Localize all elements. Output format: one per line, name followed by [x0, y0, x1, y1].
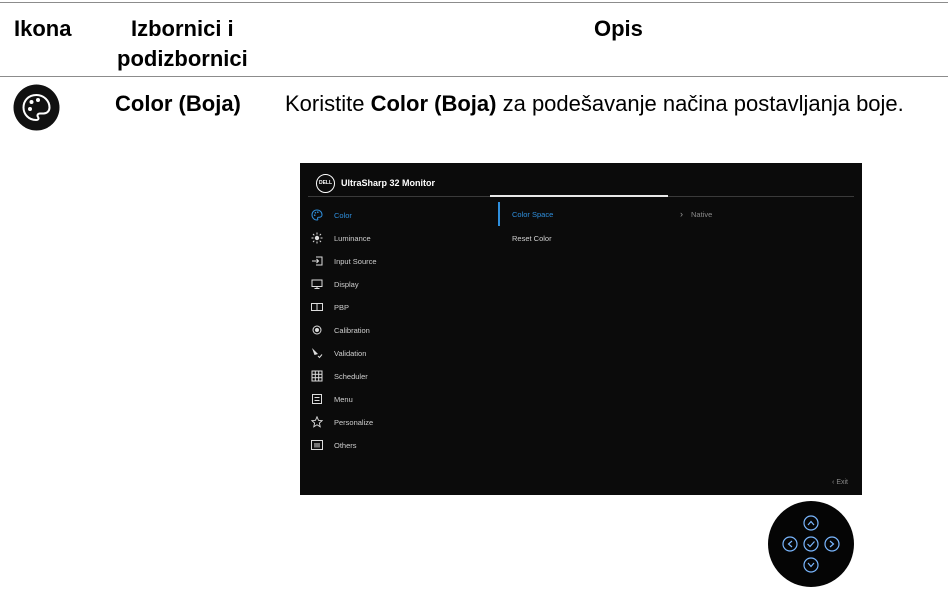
joystick-icon — [782, 515, 840, 573]
osd-menu-item-color[interactable]: Color — [310, 205, 352, 225]
osd-menu-label: Calibration — [334, 325, 370, 335]
header-menus-line2: podizbornici — [117, 46, 248, 71]
osd-exit-label: Exit — [836, 479, 848, 486]
split-screen-icon — [310, 300, 324, 314]
osd-menu-label: Validation — [334, 348, 367, 358]
osd-screenshot: DELL UltraSharp 32 Monitor Color Luminan… — [300, 163, 862, 495]
dell-logo: DELL — [316, 173, 335, 193]
palette-icon — [310, 208, 324, 222]
osd-menu-item-input-source[interactable]: Input Source — [310, 251, 377, 271]
osd-model-title: UltraSharp 32 Monitor — [341, 178, 436, 188]
joystick-control[interactable] — [768, 501, 854, 587]
grid-icon — [310, 369, 324, 383]
table-header-rule — [0, 76, 948, 77]
sun-icon — [310, 231, 324, 245]
osd-menu-item-others[interactable]: Others — [310, 435, 357, 455]
info-icon — [310, 438, 324, 452]
osd-menu-item-display[interactable]: Display — [310, 274, 359, 294]
osd-menu-label: Others — [334, 440, 357, 450]
header-icon: Ikona — [14, 16, 72, 41]
monitor-icon — [310, 277, 324, 291]
osd-menu-label: Color — [334, 210, 352, 220]
osd-menu-item-pbp[interactable]: PBP — [310, 297, 349, 317]
osd-submenu-color-space-value: Native — [691, 210, 713, 219]
star-icon — [310, 415, 324, 429]
osd-menu-label: Input Source — [334, 256, 377, 266]
menu-icon — [310, 392, 324, 406]
osd-menu-item-validation[interactable]: Validation — [310, 343, 366, 363]
osd-submenu-color-space[interactable]: Color Space — [512, 210, 553, 219]
input-icon — [310, 254, 324, 268]
osd-menu-item-personalize[interactable]: Personalize — [310, 412, 373, 432]
osd-menu-label: Scheduler — [334, 371, 368, 381]
desc-suffix: za podešavanje načina postavljanja boje. — [496, 91, 904, 116]
osd-brand: DELL UltraSharp 32 Monitor — [316, 172, 435, 194]
validation-icon — [310, 346, 324, 360]
osd-top-highlight — [490, 195, 668, 197]
header-description: Opis — [594, 16, 643, 41]
osd-menu-label: Personalize — [334, 417, 374, 427]
osd-menu-item-menu[interactable]: Menu — [310, 389, 353, 409]
desc-bold: Color (Boja) — [370, 91, 497, 116]
osd-menu-label: Luminance — [334, 233, 371, 243]
header-menus-line1: Izbornici i — [131, 16, 234, 41]
target-icon — [310, 323, 324, 337]
osd-menu-item-scheduler[interactable]: Scheduler — [310, 366, 368, 386]
table-top-rule — [0, 2, 948, 3]
osd-selection-bar — [498, 202, 500, 226]
osd-menu-label: Menu — [334, 394, 353, 404]
palette-icon — [13, 84, 60, 131]
osd-menu-item-luminance[interactable]: Luminance — [310, 228, 371, 248]
desc-prefix: Koristite — [285, 91, 371, 116]
osd-menu-label: Display — [334, 279, 359, 289]
osd-submenu-reset-color[interactable]: Reset Color — [512, 234, 552, 243]
menu-title-color: Color (Boja) — [115, 91, 241, 116]
osd-menu-item-calibration[interactable]: Calibration — [310, 320, 370, 340]
row-description: Koristite Color (Boja) za podešavanje na… — [285, 87, 935, 120]
osd-exit-button[interactable]: ‹ Exit — [832, 479, 848, 486]
osd-menu-label: PBP — [334, 302, 350, 312]
osd-submenu-chevron-icon: › — [680, 209, 683, 219]
